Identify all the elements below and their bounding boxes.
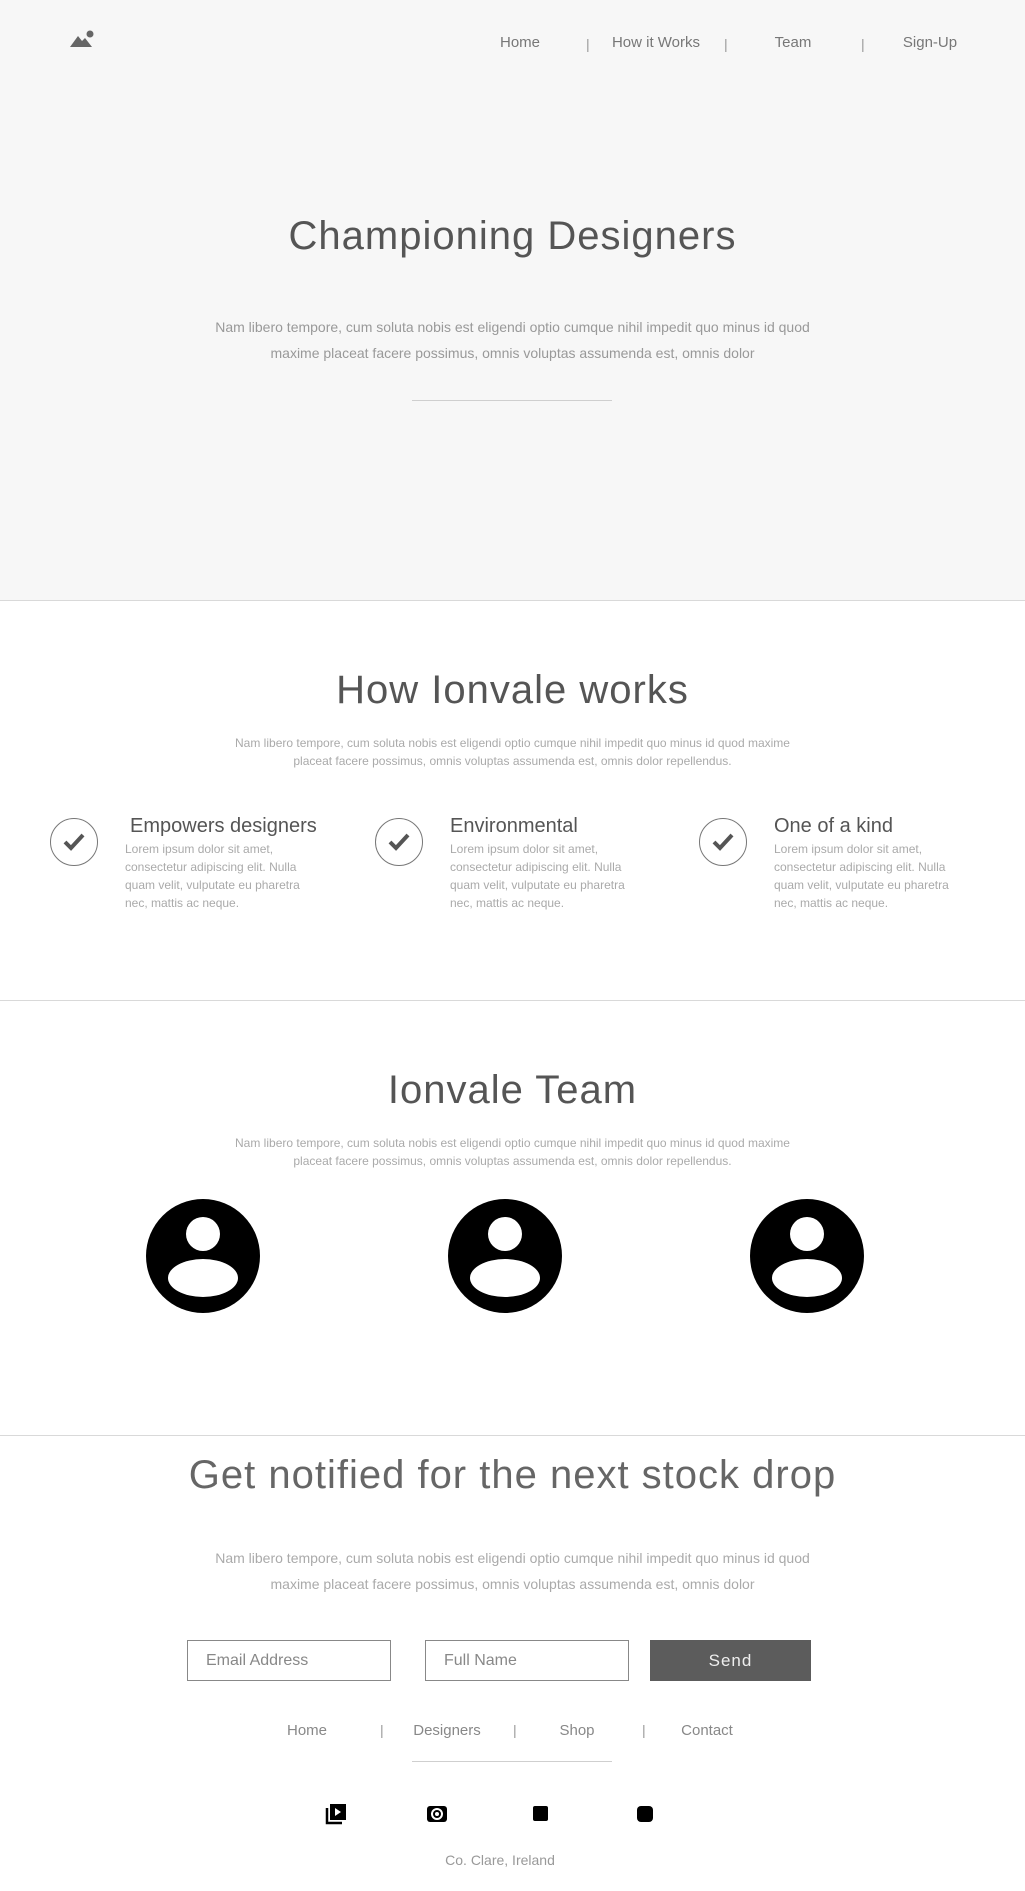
feature-title: One of a kind bbox=[774, 815, 893, 837]
notify-text: Nam libero tempore, cum soluta nobis est… bbox=[215, 1550, 810, 1592]
mountain-sun-icon[interactable] bbox=[70, 30, 96, 48]
hero-title: Championing Designers bbox=[288, 214, 737, 258]
nav-team[interactable]: Team bbox=[733, 34, 853, 51]
footer-nav: Home | Designers | Shop | Contact bbox=[250, 1722, 775, 1746]
hero-divider bbox=[412, 400, 612, 401]
footer-nav-separator: | bbox=[380, 1722, 384, 1738]
how-title: How Ionvale works bbox=[336, 668, 689, 712]
top-nav: Home | How it Works | Team | Sign-Up bbox=[460, 34, 980, 58]
notify-title: Get notified for the next stock drop bbox=[188, 1453, 837, 1497]
nav-separator: | bbox=[724, 36, 728, 52]
feature-one-of-a-kind: One of a kind Lorem ipsum dolor sit amet… bbox=[699, 815, 999, 925]
full-name-field[interactable] bbox=[425, 1640, 629, 1681]
feature-text: Lorem ipsum dolor sit amet, consectetur … bbox=[125, 842, 300, 910]
user-avatar-icon bbox=[749, 1198, 865, 1314]
feature-environmental: Environmental Lorem ipsum dolor sit amet… bbox=[375, 815, 675, 925]
footer-nav-shop[interactable]: Shop bbox=[522, 1722, 632, 1739]
square-icon[interactable] bbox=[530, 1803, 552, 1825]
team-text: Nam libero tempore, cum soluta nobis est… bbox=[235, 1136, 790, 1168]
footer-location: Co. Clare, Ireland bbox=[445, 1852, 555, 1868]
hero-section: Home | How it Works | Team | Sign-Up Cha… bbox=[0, 0, 1025, 601]
send-button[interactable]: Send bbox=[650, 1640, 811, 1681]
footer-nav-home[interactable]: Home bbox=[252, 1722, 362, 1739]
check-icon bbox=[699, 818, 747, 866]
hero-text: Nam libero tempore, cum soluta nobis est… bbox=[215, 319, 810, 361]
nav-home[interactable]: Home bbox=[460, 34, 580, 51]
feature-text: Lorem ipsum dolor sit amet, consectetur … bbox=[450, 842, 625, 910]
rounded-square-icon[interactable] bbox=[634, 1803, 656, 1825]
check-icon bbox=[50, 818, 98, 866]
footer-nav-separator: | bbox=[513, 1722, 517, 1738]
team-title: Ionvale Team bbox=[387, 1068, 638, 1112]
footer-divider bbox=[412, 1761, 612, 1762]
user-avatar-icon bbox=[145, 1198, 261, 1314]
how-text: Nam libero tempore, cum soluta nobis est… bbox=[235, 736, 790, 768]
nav-separator: | bbox=[861, 36, 865, 52]
feature-title: Environmental bbox=[450, 815, 578, 837]
radio-icon[interactable] bbox=[426, 1803, 448, 1825]
footer-nav-contact[interactable]: Contact bbox=[652, 1722, 762, 1739]
email-field[interactable] bbox=[187, 1640, 391, 1681]
feature-empowers-designers: Empowers designers Lorem ipsum dolor sit… bbox=[50, 815, 350, 925]
user-avatar-icon bbox=[447, 1198, 563, 1314]
nav-how-it-works[interactable]: How it Works bbox=[596, 34, 716, 51]
section-divider bbox=[0, 1435, 1025, 1436]
footer-nav-separator: | bbox=[642, 1722, 646, 1738]
section-divider bbox=[0, 1000, 1025, 1001]
feature-text: Lorem ipsum dolor sit amet, consectetur … bbox=[774, 842, 949, 910]
nav-separator: | bbox=[586, 36, 590, 52]
check-icon bbox=[375, 818, 423, 866]
nav-sign-up[interactable]: Sign-Up bbox=[870, 34, 990, 51]
video-play-icon[interactable] bbox=[325, 1803, 347, 1825]
footer-nav-designers[interactable]: Designers bbox=[392, 1722, 502, 1739]
feature-title: Empowers designers bbox=[130, 815, 317, 837]
